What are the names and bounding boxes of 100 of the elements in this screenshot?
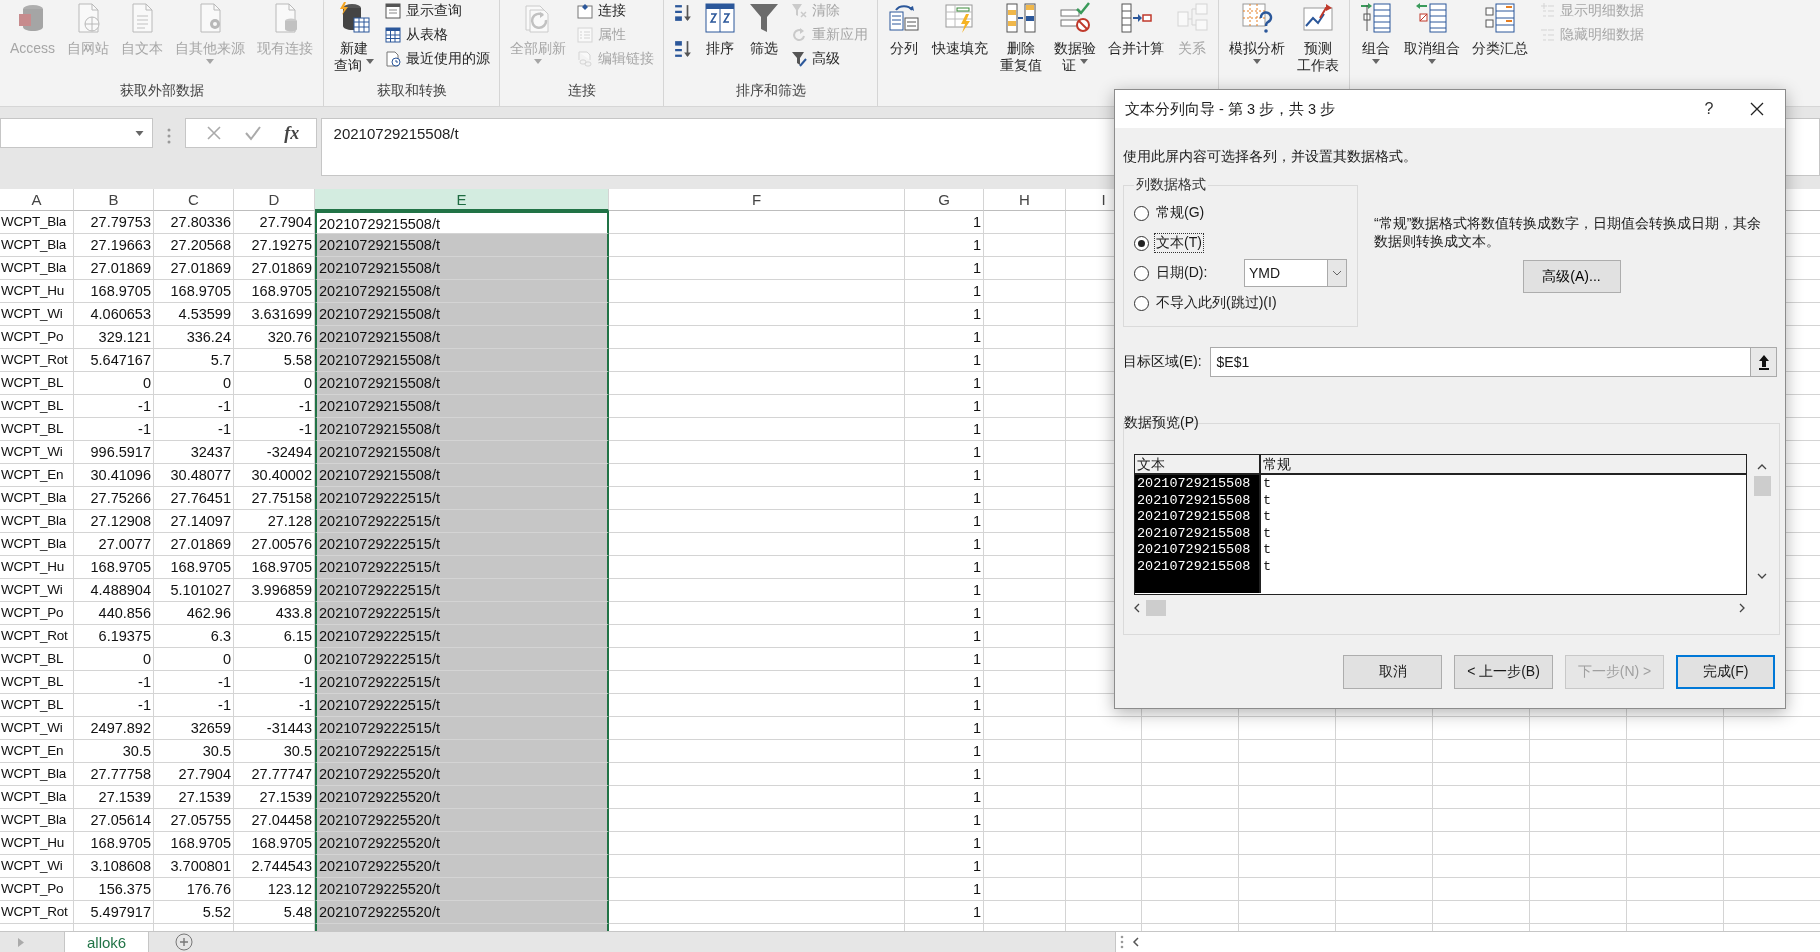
table-cell: WCPT_Bla	[0, 763, 74, 786]
group-label: 排序和筛选	[735, 82, 806, 98]
table-cell: 27.7904	[154, 763, 234, 786]
table-cell: 20210729222515/t	[315, 717, 609, 740]
table-cell: 30.41096	[74, 464, 154, 487]
radio-button[interactable]	[1134, 265, 1149, 281]
table-cell: 27.76451	[154, 487, 234, 510]
insert-function-button[interactable]: fx	[284, 122, 300, 144]
column-header[interactable]: G	[905, 189, 984, 211]
table-cell: 1	[905, 303, 984, 326]
table-cell: 168.9705	[154, 556, 234, 579]
ribbon-button[interactable]: 模拟分析	[1225, 0, 1289, 76]
radio-button[interactable]	[1134, 295, 1149, 311]
table-cell: 20210729225520/t	[315, 763, 609, 786]
ribbon-button[interactable]: 数据验 证	[1050, 0, 1100, 76]
table-cell: 20210729225520/t	[315, 855, 609, 878]
ribbon-button[interactable]: 分列	[884, 0, 924, 59]
table-cell: -1	[154, 671, 234, 694]
table-cell: 27.79753	[74, 211, 154, 234]
column-header[interactable]: H	[984, 189, 1066, 211]
ribbon-button[interactable]: 删除 重复值	[996, 0, 1046, 76]
table-cell: 30.5	[74, 740, 154, 763]
ribbon-button[interactable]: 高级	[788, 48, 871, 70]
ribbon-button[interactable]: 分类汇总	[1468, 0, 1532, 59]
ribbon-button[interactable]: 筛选	[744, 0, 784, 59]
grip-icon	[167, 128, 172, 144]
help-button[interactable]: ?	[1689, 100, 1729, 118]
table-cell: 1	[905, 510, 984, 533]
ribbon-button[interactable]: 排序	[700, 0, 740, 59]
preview-column-header[interactable]: 文本	[1135, 455, 1261, 473]
date-format-dropdown[interactable]: YMD	[1244, 259, 1347, 287]
ribbon-button[interactable]: 连接	[574, 0, 657, 22]
table-cell: 4.488904	[74, 579, 154, 602]
table-cell: 1	[905, 234, 984, 257]
check-icon	[244, 125, 263, 141]
column-header[interactable]: C	[154, 189, 234, 211]
dialog-button[interactable]: 完成(F)	[1676, 655, 1775, 689]
table-cell: 27.80336	[154, 211, 234, 234]
chevron-right-icon	[1739, 603, 1745, 613]
ribbon-button[interactable]: 新建 查询	[330, 0, 378, 76]
table-cell: WCPT_Wi	[0, 303, 74, 326]
funnel-icon	[748, 2, 780, 34]
advanced-button[interactable]: 高级(A)...	[1522, 260, 1621, 293]
column-header[interactable]: B	[74, 189, 154, 211]
table-cell: -1	[154, 694, 234, 717]
table-cell: 1	[905, 257, 984, 280]
preview-column-header[interactable]: 常规	[1261, 455, 1746, 473]
table-cell: 20210729215508/t	[315, 418, 609, 441]
preview-table[interactable]: 文本 常规 20210729215508 20210729215508 20210729215508 20210729215508 20210729215508 20210729215508 t t t t t t	[1134, 454, 1747, 595]
scroll-thumb[interactable]	[1753, 476, 1771, 496]
column-header[interactable]: F	[609, 189, 905, 211]
radio-button[interactable]	[1134, 205, 1149, 221]
table-cell: 1	[905, 763, 984, 786]
radio-label[interactable]: 日期(D):	[1154, 263, 1210, 283]
column-header[interactable]: E	[315, 189, 609, 211]
radio-label[interactable]: 不导入此列(跳过)(I)	[1154, 293, 1279, 313]
window-icon	[385, 3, 401, 19]
ribbon-button[interactable]: 快速填充	[928, 0, 992, 59]
input-field[interactable]: $E$1	[1209, 347, 1777, 377]
table-cell: -1	[74, 418, 154, 441]
table-cell: 5.52	[154, 901, 234, 924]
collapse-button[interactable]	[1750, 348, 1776, 376]
table-cell: 20210729215508/t	[315, 326, 609, 349]
column-header[interactable]: A	[0, 189, 74, 211]
ribbon-button[interactable]: 显示查询	[382, 0, 493, 22]
ribbon-button[interactable]: 取消组合	[1400, 0, 1464, 76]
preview-cell-text: 20210729215508	[1136, 525, 1252, 542]
table-cell: 1	[905, 372, 984, 395]
table-cell: 27.1539	[74, 786, 154, 809]
cross-icon	[206, 125, 223, 141]
ribbon-button[interactable]: 合并计算	[1104, 0, 1168, 59]
table-cell: WCPT_Rot	[0, 349, 74, 372]
table-cell: 168.9705	[74, 280, 154, 303]
table-cell: 20210729215508/t	[315, 464, 609, 487]
table-cell: 2497.892	[74, 717, 154, 740]
table-cell: WCPT_Bla	[0, 487, 74, 510]
ribbon-button[interactable]: 组合	[1356, 0, 1396, 76]
table-cell: 1	[905, 671, 984, 694]
dialog-button[interactable]: < 上一步(B)	[1454, 655, 1553, 689]
table-cell: 0	[154, 372, 234, 395]
sheet-tab[interactable]: allok6	[65, 932, 150, 952]
radio-label[interactable]: 文本(T)	[1154, 233, 1204, 253]
scroll-thumb[interactable]	[1146, 600, 1166, 616]
table-cell: 20210729222515/t	[315, 740, 609, 763]
ribbon-button[interactable]: 从表格	[382, 24, 493, 46]
ribbon-button[interactable]: 最近使用的源	[382, 48, 493, 70]
radio-label[interactable]: 常规(G)	[1154, 203, 1207, 223]
preview-cell-text: 20210729215508	[1136, 542, 1252, 559]
preview-cell-text: t	[1262, 525, 1273, 542]
table-cell: WCPT_En	[0, 740, 74, 763]
dialog-button[interactable]: 取消	[1343, 655, 1442, 689]
relationships-icon	[1176, 2, 1208, 34]
table-cell: 27.12908	[74, 510, 154, 533]
radio-button[interactable]	[1134, 235, 1149, 251]
table-cell: 440.856	[74, 602, 154, 625]
table-cell: 27.01869	[154, 257, 234, 280]
table-cell: -1	[154, 418, 234, 441]
table-cell: 27.19663	[74, 234, 154, 257]
ribbon-button[interactable]: 预测 工作表	[1293, 0, 1343, 76]
horizontal-scrollbar[interactable]	[1134, 599, 1745, 617]
